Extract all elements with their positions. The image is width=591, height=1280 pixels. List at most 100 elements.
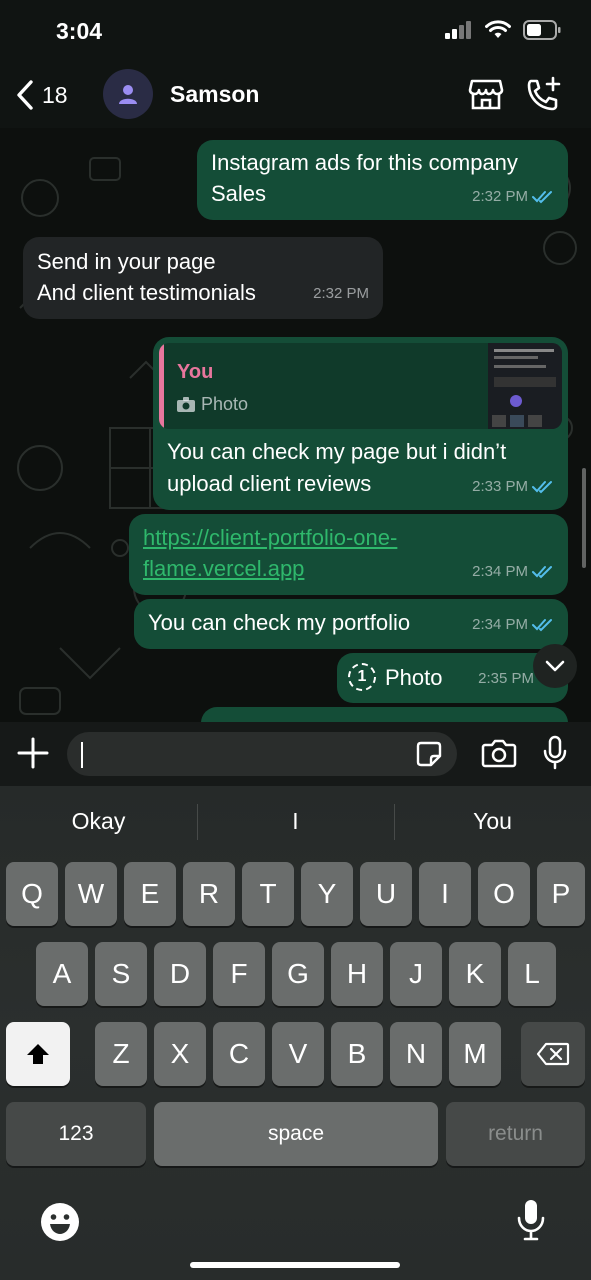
link-line[interactable]: https://client-portfolio-one-	[143, 522, 397, 553]
shop-icon	[468, 79, 504, 110]
key-v[interactable]: V	[272, 1022, 324, 1086]
key-a[interactable]: A	[36, 942, 88, 1006]
key-l[interactable]: L	[508, 942, 556, 1006]
space-key[interactable]: space	[154, 1102, 438, 1166]
key-z[interactable]: Z	[95, 1022, 147, 1086]
unread-count: 18	[42, 81, 68, 108]
key-t[interactable]: T	[242, 862, 294, 926]
link-line[interactable]: flame.vercel.app	[143, 553, 397, 584]
message-time: 2:32 PM	[313, 285, 369, 302]
suggestion[interactable]: Okay	[0, 808, 197, 835]
read-ticks-icon	[532, 190, 552, 203]
quote-author: You	[177, 361, 214, 383]
key-s[interactable]: S	[95, 942, 147, 1006]
status-bar: 3:04	[0, 0, 591, 64]
key-r[interactable]: R	[183, 862, 235, 926]
suggestion[interactable]: You	[394, 808, 591, 835]
key-j[interactable]: J	[390, 942, 442, 1006]
message-meta: 2:33 PM	[472, 471, 554, 502]
suggestion[interactable]: I	[197, 808, 394, 835]
emoji-icon	[41, 1203, 79, 1241]
read-ticks-icon	[532, 618, 552, 631]
message-input[interactable]	[67, 732, 457, 776]
status-time: 3:04	[56, 18, 103, 44]
emoji-button[interactable]	[40, 1202, 80, 1247]
chevron-down-icon	[545, 660, 565, 672]
attach-button[interactable]	[16, 736, 50, 775]
key-c[interactable]: C	[213, 1022, 265, 1086]
scroll-to-bottom-button[interactable]	[533, 644, 577, 688]
signal-icon	[445, 21, 471, 39]
message-bubble[interactable]: https://client-portfolio-one- flame.verc…	[129, 514, 568, 595]
status-icons	[445, 20, 561, 40]
voice-note-button[interactable]	[542, 735, 568, 776]
key-x[interactable]: X	[154, 1022, 206, 1086]
avatar[interactable]	[103, 69, 153, 119]
key-y[interactable]: Y	[301, 862, 353, 926]
key-u[interactable]: U	[360, 862, 412, 926]
return-key[interactable]: return	[446, 1102, 585, 1166]
key-g[interactable]: G	[272, 942, 324, 1006]
key-w[interactable]: W	[65, 862, 117, 926]
message-time: 2:34 PM	[472, 616, 528, 633]
shift-key[interactable]	[6, 1022, 70, 1086]
camera-button[interactable]	[481, 738, 517, 773]
delete-key[interactable]	[521, 1022, 585, 1086]
message-time: 2:35 PM	[478, 670, 534, 687]
microphone-icon	[517, 1200, 545, 1241]
message-link[interactable]: https://client-portfolio-one- flame.verc…	[143, 522, 397, 584]
key-b[interactable]: B	[331, 1022, 383, 1086]
contact-name[interactable]: Samson	[170, 81, 259, 108]
key-q[interactable]: Q	[6, 862, 58, 926]
view-once-icon: 1	[348, 663, 376, 691]
message-bubble[interactable]: You can check my portfolio 2:34 PM	[134, 599, 568, 649]
camera-icon	[177, 397, 195, 412]
backspace-icon	[536, 1042, 570, 1066]
key-h[interactable]: H	[331, 942, 383, 1006]
keyboard: Okay I You Q W E R T Y U I O P A S D F G…	[0, 786, 591, 1280]
battery-icon	[523, 20, 561, 40]
message-meta: 2:34 PM	[472, 556, 554, 587]
chat-area[interactable]: Instagram ads for this company Sales 2:3…	[0, 128, 591, 722]
scroll-indicator[interactable]	[582, 468, 586, 568]
suggestion-bar: Okay I You	[0, 786, 591, 860]
message-bubble[interactable]: Send in your page And client testimonial…	[23, 237, 383, 319]
view-once-label: Photo	[385, 665, 443, 690]
view-once-digit: 1	[357, 668, 367, 685]
back-chevron-icon	[17, 80, 33, 110]
key-k[interactable]: K	[449, 942, 501, 1006]
quote-accent-bar	[159, 343, 164, 429]
home-indicator[interactable]	[190, 1262, 400, 1268]
numbers-key[interactable]: 123	[6, 1102, 146, 1166]
wifi-icon	[485, 20, 511, 38]
key-p[interactable]: P	[537, 862, 585, 926]
message-bubble[interactable]: You Photo You can check my page but i di…	[153, 337, 568, 510]
key-f[interactable]: F	[213, 942, 265, 1006]
add-call-icon	[527, 76, 561, 111]
message-text: You can check my portfolio	[148, 610, 411, 635]
sticker-icon	[416, 741, 442, 767]
key-i[interactable]: I	[419, 862, 471, 926]
message-bubble-partial[interactable]	[201, 707, 568, 722]
shift-arrow-icon	[27, 1044, 49, 1064]
message-meta: 2:32 PM	[313, 278, 369, 309]
key-e[interactable]: E	[124, 862, 176, 926]
message-bubble[interactable]: Instagram ads for this company Sales 2:3…	[197, 140, 568, 220]
key-n[interactable]: N	[390, 1022, 442, 1086]
call-button[interactable]	[524, 76, 562, 119]
key-o[interactable]: O	[478, 862, 530, 926]
read-ticks-icon	[532, 480, 552, 493]
input-bar	[0, 722, 591, 786]
key-m[interactable]: M	[449, 1022, 501, 1086]
back-button[interactable]: 18	[14, 78, 68, 112]
message-meta: 2:32 PM	[472, 181, 554, 212]
key-d[interactable]: D	[154, 942, 206, 1006]
dictation-button[interactable]	[516, 1198, 546, 1247]
message-meta: 2:35 PM	[478, 663, 534, 694]
chat-header: 18 Samson	[0, 64, 591, 128]
message-text: Send in your page And client testimonial…	[37, 249, 256, 305]
sticker-button[interactable]	[415, 740, 443, 773]
quoted-message[interactable]: You Photo	[159, 343, 562, 429]
read-ticks-icon	[532, 565, 552, 578]
shop-button[interactable]	[468, 76, 504, 117]
